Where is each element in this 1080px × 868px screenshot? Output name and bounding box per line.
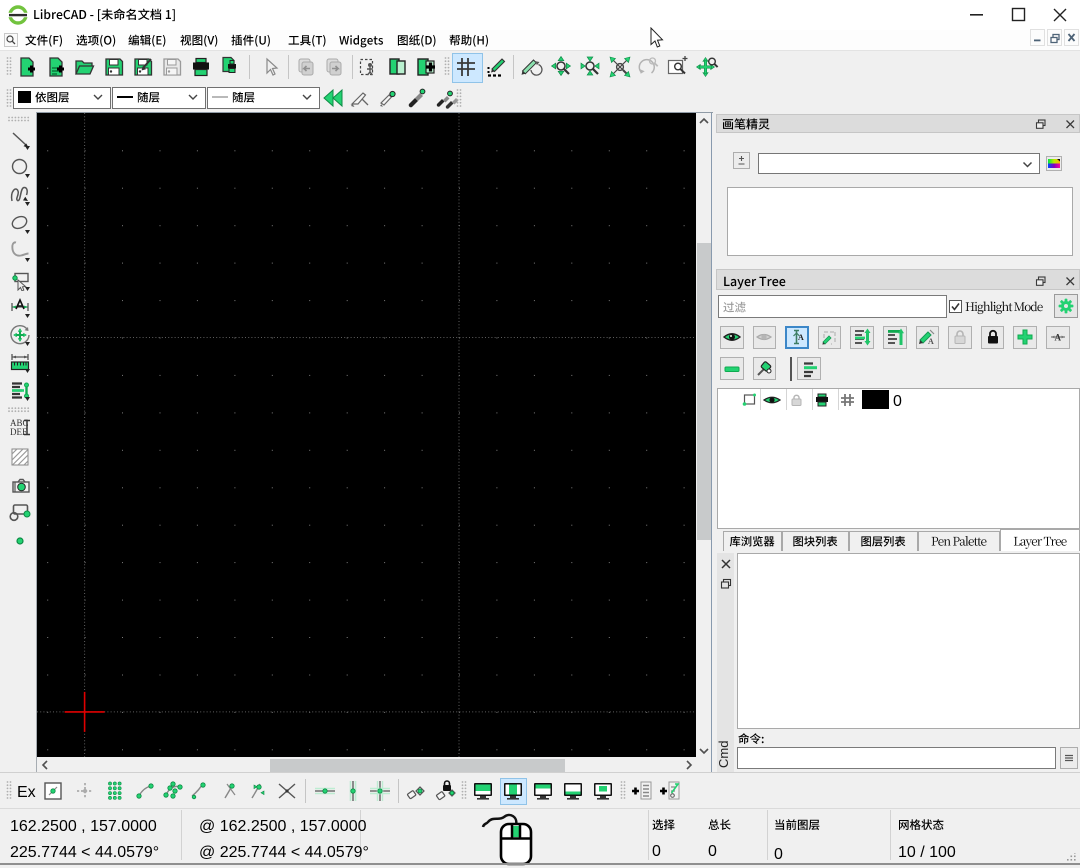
svg-text:A: A [928,337,934,346]
svg-text:A: A [798,333,804,342]
svg-text:A: A [1055,333,1062,343]
svg-text:DEF: DEF [10,427,27,437]
